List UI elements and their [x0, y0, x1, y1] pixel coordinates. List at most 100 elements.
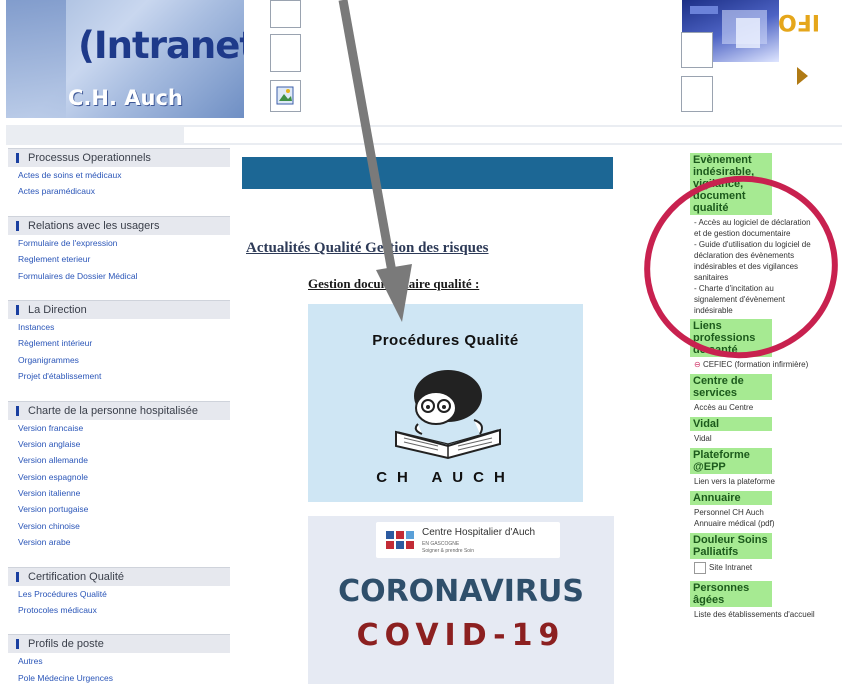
section-header[interactable]: Centre de services	[690, 374, 772, 400]
nav-link[interactable]: Version allemande	[8, 452, 230, 468]
section-header[interactable]: Personnes âgées	[690, 581, 772, 607]
bookmark-icon	[16, 405, 19, 416]
news-title-link[interactable]: Actualités Qualité Gestion des risques	[246, 240, 489, 257]
right-section: Centre de services Accès au Centre	[690, 374, 840, 413]
hospital-motto: Soigner & prendre Soin	[422, 548, 474, 554]
right-navigation: Evènement indésirable, vigilance, docume…	[690, 153, 840, 620]
blue-header-bar	[242, 157, 613, 189]
hospital-logo-card: Centre Hospitalier d'Auch EN GASCOGNE So…	[376, 522, 560, 558]
nav-section: Processus Operationnels Actes de soins e…	[8, 148, 230, 200]
nav-link[interactable]: Reglement eterieur	[8, 251, 230, 267]
right-section: Douleur Soins Palliatifs Site Intranet	[690, 533, 840, 575]
section-header[interactable]: Charte de la personne hospitalisée	[8, 400, 230, 420]
section-header[interactable]: Certification Qualité	[8, 566, 230, 586]
bookmark-icon	[16, 639, 19, 650]
nav-link[interactable]: Actes paramédicaux	[8, 183, 230, 199]
section-link[interactable]: Personnel CH Auch	[690, 507, 840, 518]
nav-link[interactable]: Version portugaise	[8, 501, 230, 517]
hospital-logo-icon	[386, 531, 414, 549]
right-section: Personnes âgées Liste des établissements…	[690, 581, 840, 620]
section-link[interactable]: et de gestion documentaire	[690, 228, 840, 239]
right-section: Evènement indésirable, vigilance, docume…	[690, 153, 840, 316]
section-header[interactable]: Plateforme @EPP	[690, 448, 772, 474]
procedures-title: Procédures Qualité	[372, 332, 519, 349]
section-link[interactable]: signalement d'évènement	[690, 294, 840, 305]
section-header[interactable]: Evènement indésirable, vigilance, docume…	[690, 153, 772, 215]
nav-link[interactable]: Formulaire de l'expression	[8, 235, 230, 251]
section-link[interactable]: - Guide d'utilisation du logiciel de	[690, 239, 840, 250]
coronavirus-title: CORONAVIRUS	[338, 574, 584, 609]
section-header[interactable]: Profils de poste	[8, 634, 230, 654]
document-management-title[interactable]: Gestion documentaire qualité :	[308, 276, 479, 292]
nav-section: Profils de poste Autres Pole Médecine Ur…	[8, 634, 230, 686]
hospital-region: EN GASCOGNE	[422, 541, 460, 547]
nav-link[interactable]: Les Procédures Qualité	[8, 586, 230, 602]
nav-bar-field	[184, 127, 842, 143]
hospital-name: Centre Hospitalier d'Auch	[422, 527, 536, 538]
section-link[interactable]: déclaration des évènements	[690, 250, 840, 261]
nav-link[interactable]: Projet d'établissement	[8, 368, 230, 384]
right-section: Annuaire Personnel CH Auch Annuaire médi…	[690, 491, 840, 529]
section-link[interactable]: Lien vers la plateforme	[690, 476, 840, 487]
nav-link[interactable]: Version espagnole	[8, 469, 230, 485]
bullet-icon: ⊖	[694, 360, 703, 369]
section-header[interactable]: Processus Operationnels	[8, 148, 230, 167]
info-label: IFO	[778, 8, 820, 34]
logo-subtitle: C.H. Auch	[68, 86, 183, 110]
reading-man-illustration	[395, 370, 501, 460]
section-header[interactable]: Douleur Soins Palliatifs	[690, 533, 772, 559]
section-link[interactable]: Liste des établissements d'accueil	[690, 609, 840, 620]
bookmark-icon	[16, 153, 19, 163]
section-link[interactable]: indésirable	[690, 305, 840, 316]
section-link[interactable]: Annuaire médical (pdf)	[690, 518, 840, 529]
section-header[interactable]: Liens professions de santé	[690, 319, 772, 357]
section-link[interactable]: sanitaires	[690, 272, 840, 283]
section-link[interactable]: ⊖ CEFIEC (formation infirmière)	[690, 359, 840, 370]
intranet-logo[interactable]: (Intranet) C.H. Auch	[6, 0, 244, 118]
section-link[interactable]: Vidal	[690, 433, 840, 444]
section-link[interactable]: Site Intranet	[690, 561, 840, 575]
section-header[interactable]: Relations avec les usagers	[8, 215, 230, 235]
bookmark-icon	[16, 220, 19, 231]
section-header[interactable]: La Direction	[8, 299, 230, 319]
play-arrow-icon[interactable]	[797, 67, 808, 85]
section-link[interactable]: indésirables et des vigilances	[690, 261, 840, 272]
edit-image-icon[interactable]	[270, 80, 301, 112]
nav-link[interactable]: Version arabe	[8, 534, 230, 550]
toolbar-box-3[interactable]	[681, 32, 713, 68]
procedures-qualite-banner[interactable]: Procédures Qualité CH AUCH	[308, 304, 583, 502]
nav-section: Certification Qualité Les Procédures Qua…	[8, 566, 230, 619]
nav-link[interactable]: Version italienne	[8, 485, 230, 501]
right-section: Plateforme @EPP Lien vers la plateforme	[690, 448, 840, 487]
nav-link[interactable]: Version francaise	[8, 420, 230, 436]
header-banner: (Intranet) C.H. Auch IFO	[0, 0, 842, 126]
bookmark-icon	[16, 304, 19, 315]
nav-link[interactable]: Autres	[8, 653, 230, 669]
nav-link[interactable]: Instances	[8, 319, 230, 335]
nav-link[interactable]: Organigrammes	[8, 352, 230, 368]
section-link[interactable]: - Charte d'incitation au	[690, 283, 840, 294]
nav-section: Relations avec les usagers Formulaire de…	[8, 215, 230, 284]
nav-link[interactable]: Formulaires de Dossier Médical	[8, 268, 230, 284]
section-header[interactable]: Annuaire	[690, 491, 772, 505]
toolbar-box-4[interactable]	[681, 76, 713, 112]
broken-image-icon	[694, 562, 706, 574]
nav-link[interactable]: Règlement intérieur	[8, 335, 230, 351]
section-link[interactable]: - Accès au logiciel de déclaration	[690, 217, 840, 228]
nav-link[interactable]: Protocoles médicaux	[8, 602, 230, 618]
section-link[interactable]: Accès au Centre	[690, 402, 840, 413]
logo-title: (Intranet)	[78, 24, 244, 67]
nav-link[interactable]: Actes de soins et médicaux	[8, 167, 230, 183]
toolbar-box-2[interactable]	[270, 34, 301, 72]
toolbar-box-1[interactable]	[270, 0, 301, 28]
nav-link[interactable]: Version anglaise	[8, 436, 230, 452]
nav-section: Charte de la personne hospitalisée Versi…	[8, 400, 230, 551]
covid19-title: COVID-19	[356, 618, 566, 653]
nav-link[interactable]: Version chinoise	[8, 518, 230, 534]
procedures-subtitle: CH AUCH	[376, 469, 515, 486]
nav-section: La Direction Instances Règlement intérie…	[8, 299, 230, 385]
right-section: Liens professions de santé ⊖ CEFIEC (for…	[690, 319, 840, 370]
covid-banner[interactable]: Centre Hospitalier d'Auch EN GASCOGNE So…	[308, 516, 614, 684]
section-header[interactable]: Vidal	[690, 417, 772, 431]
right-section: Vidal Vidal	[690, 417, 840, 444]
